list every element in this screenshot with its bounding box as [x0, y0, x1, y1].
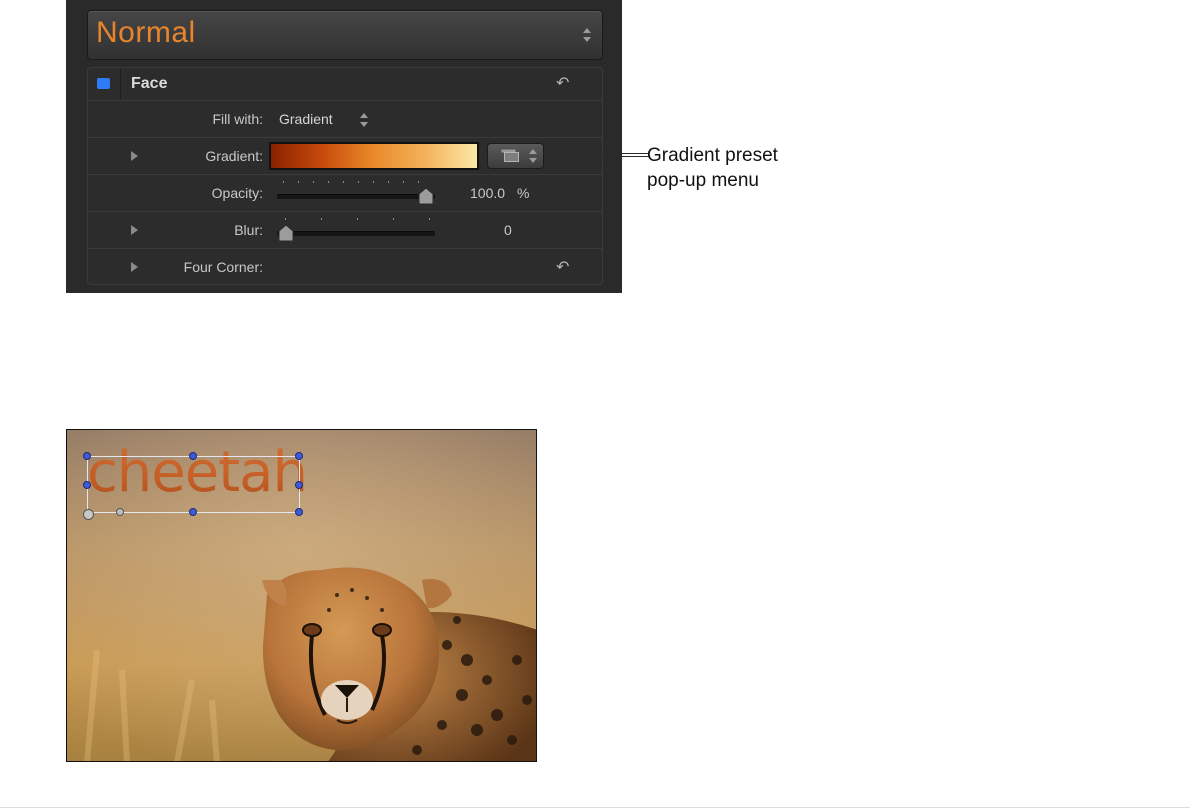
- slider-tick: [313, 181, 314, 183]
- style-preset-value: Normal: [96, 16, 196, 49]
- divider: [0, 807, 1190, 808]
- transform-handle[interactable]: [189, 508, 197, 516]
- slider-tick: [388, 181, 389, 183]
- updown-arrows-icon: [582, 27, 592, 43]
- transform-handle[interactable]: [83, 452, 91, 460]
- blur-row: Blur: 0: [88, 212, 602, 249]
- blur-label: Blur:: [234, 222, 263, 238]
- slider-tick: [328, 181, 329, 183]
- transform-handle[interactable]: [189, 452, 197, 460]
- slider-tick: [429, 218, 430, 220]
- slider-tick: [418, 181, 419, 183]
- transform-handle[interactable]: [116, 508, 124, 516]
- blur-value[interactable]: 0: [504, 222, 512, 238]
- reset-icon[interactable]: ↶: [556, 76, 572, 92]
- gradient-swatch[interactable]: [269, 142, 479, 170]
- slider-track: [277, 231, 435, 236]
- transform-handle[interactable]: [83, 481, 91, 489]
- blur-slider-thumb[interactable]: [277, 224, 295, 242]
- fill-with-label: Fill with:: [212, 111, 263, 127]
- disclosure-triangle-icon[interactable]: [131, 225, 138, 235]
- opacity-slider-thumb[interactable]: [417, 187, 435, 205]
- inspector-panel: Normal Face ↶ Fill with: Gradient Gradie…: [66, 0, 622, 293]
- face-enable-checkbox[interactable]: [97, 78, 110, 89]
- opacity-value[interactable]: 100.0: [470, 185, 505, 201]
- opacity-unit: %: [517, 185, 530, 201]
- disclosure-triangle-icon[interactable]: [131, 151, 138, 161]
- face-group: Face ↶ Fill with: Gradient Gradient: Opa…: [87, 67, 603, 285]
- slider-track: [277, 194, 435, 199]
- slider-tick: [283, 181, 284, 183]
- callout-line-1: Gradient preset: [647, 145, 778, 166]
- gradient-preset-icon: [501, 149, 519, 162]
- canvas-preview[interactable]: cheetah: [66, 429, 537, 762]
- divider: [120, 68, 121, 100]
- slider-tick: [357, 218, 358, 220]
- four-corner-label: Four Corner:: [183, 259, 263, 275]
- four-corner-row: Four Corner: ↶: [88, 249, 602, 285]
- opacity-slider[interactable]: [277, 179, 437, 207]
- slider-tick: [373, 181, 374, 183]
- transform-handle[interactable]: [295, 481, 303, 489]
- fill-with-row: Fill with: Gradient: [88, 101, 602, 138]
- updown-arrows-icon: [528, 148, 538, 164]
- transform-handle[interactable]: [295, 452, 303, 460]
- updown-arrows-icon: [359, 112, 369, 128]
- slider-tick: [403, 181, 404, 183]
- gradient-row: Gradient:: [88, 138, 602, 175]
- blur-slider[interactable]: [277, 216, 437, 244]
- callout-line: [545, 153, 649, 157]
- slider-tick: [393, 218, 394, 220]
- anchor-point-icon[interactable]: [83, 509, 94, 520]
- gradient-label: Gradient:: [205, 148, 263, 164]
- text-bounding-box[interactable]: [87, 456, 300, 513]
- slider-tick: [321, 218, 322, 220]
- opacity-row: Opacity: 100.0 %: [88, 175, 602, 212]
- disclosure-triangle-icon[interactable]: [131, 262, 138, 272]
- callout-line-2: pop-up menu: [647, 170, 759, 191]
- slider-tick: [343, 181, 344, 183]
- gradient-preset-popup[interactable]: [487, 143, 544, 169]
- opacity-label: Opacity:: [211, 185, 263, 201]
- slider-tick: [358, 181, 359, 183]
- style-preset-popup[interactable]: Normal: [87, 10, 603, 60]
- face-header-row: Face ↶: [88, 68, 602, 101]
- slider-tick: [285, 218, 286, 220]
- transform-handle[interactable]: [295, 508, 303, 516]
- callout-label: Gradient preset pop-up menu: [647, 143, 778, 193]
- fill-with-value: Gradient: [279, 111, 333, 127]
- fill-with-popup[interactable]: Gradient: [273, 101, 373, 137]
- face-group-title: Face: [131, 75, 168, 92]
- reset-icon[interactable]: ↶: [556, 260, 572, 276]
- slider-tick: [298, 181, 299, 183]
